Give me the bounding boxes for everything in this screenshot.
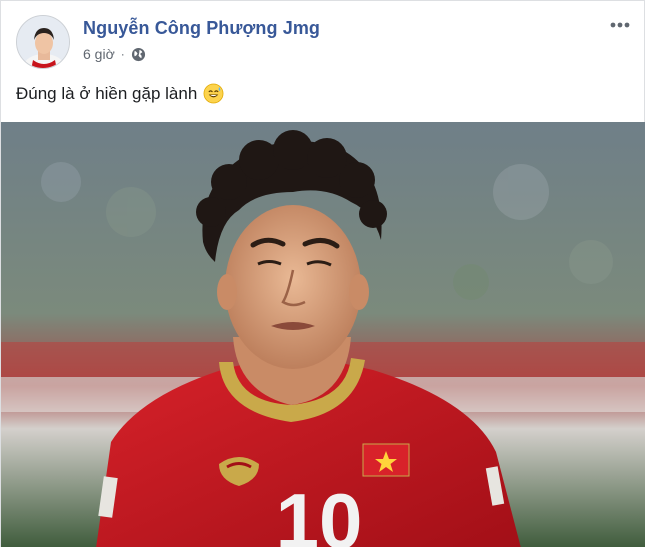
sweat-smile-emoji-icon xyxy=(203,83,224,104)
avatar-image xyxy=(17,16,69,68)
globe-icon[interactable] xyxy=(131,47,146,62)
player-photo: 10 xyxy=(1,122,645,547)
post-timestamp[interactable]: 6 giờ xyxy=(83,46,115,62)
jersey-number: 10 xyxy=(276,477,363,547)
more-options-icon[interactable] xyxy=(608,15,632,35)
caption-text: Đúng là ở hiền gặp lành xyxy=(16,83,198,103)
author-name[interactable]: Nguyễn Công Phượng Jmg xyxy=(83,18,320,39)
post-photo[interactable]: 10 xyxy=(1,122,645,547)
post-caption: Đúng là ở hiền gặp lành xyxy=(16,83,224,104)
post-meta: 6 giờ · xyxy=(83,46,146,62)
facebook-post: Nguyễn Công Phượng Jmg 6 giờ · Đúng là ở… xyxy=(0,0,645,547)
meta-separator: · xyxy=(120,47,125,61)
author-avatar[interactable] xyxy=(16,15,70,69)
post-header: Nguyễn Công Phượng Jmg 6 giờ · xyxy=(1,1,645,76)
